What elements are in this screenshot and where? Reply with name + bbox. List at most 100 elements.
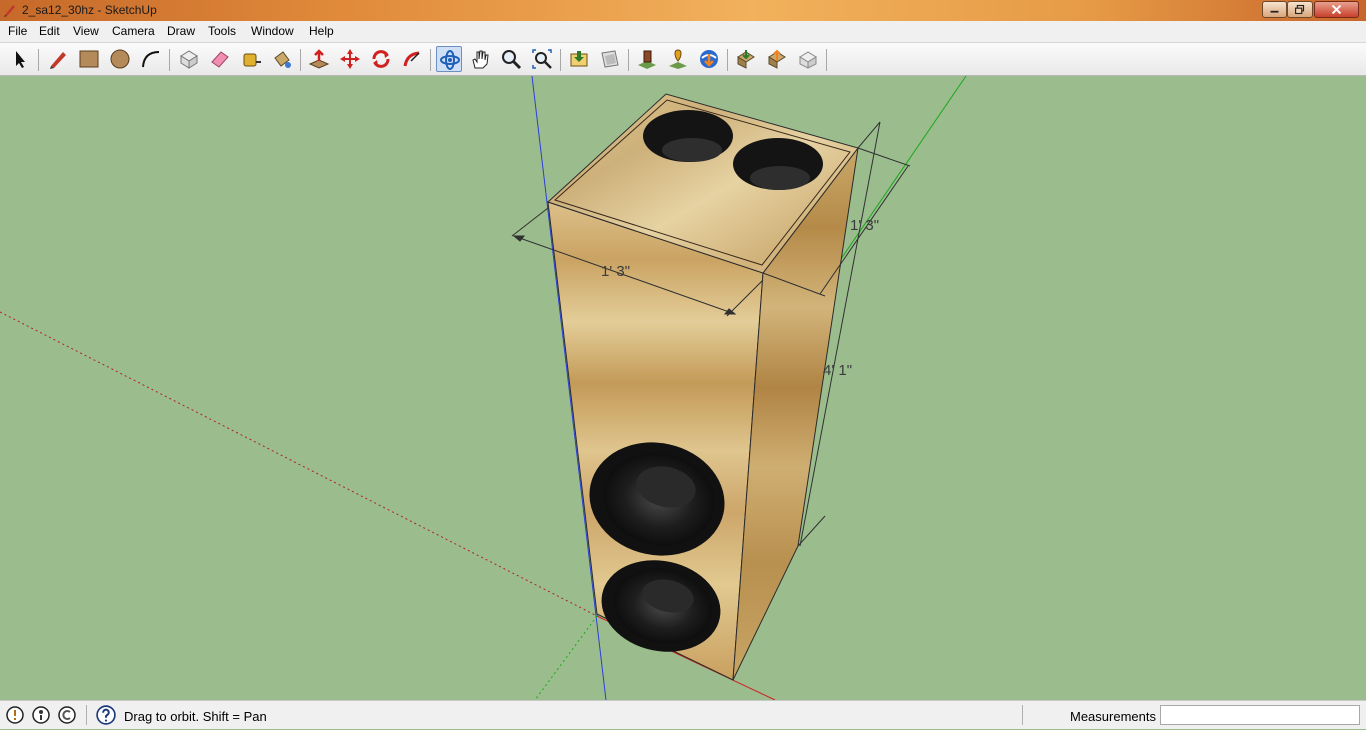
previous-view-tool[interactable] <box>566 46 592 72</box>
zoom-extents-tool[interactable] <box>529 46 555 72</box>
status-hint: Drag to orbit. Shift = Pan <box>124 709 267 724</box>
rotate-tool[interactable] <box>368 46 394 72</box>
status-bar: Drag to orbit. Shift = Pan Measurements <box>0 700 1366 729</box>
menu-view[interactable]: View <box>73 24 99 38</box>
toolbar <box>0 43 1366 76</box>
menu-help[interactable]: Help <box>309 24 334 38</box>
credits-icon <box>32 706 50 724</box>
toolbar-separator <box>727 49 728 71</box>
select-icon <box>16 51 25 68</box>
status-separator <box>86 705 87 725</box>
window-title: 2_sa12_30hz - SketchUp <box>22 3 157 17</box>
menu-bar: File Edit View Camera Draw Tools Window … <box>0 21 1366 43</box>
sketchup-icon <box>4 5 15 17</box>
arc-icon <box>142 51 160 68</box>
help-icon <box>96 705 116 725</box>
eraser-icon <box>211 51 229 68</box>
close-icon <box>1331 4 1342 15</box>
add-location-icon <box>638 50 656 69</box>
push-pull-icon <box>308 49 330 69</box>
pencil-tool[interactable] <box>45 46 71 72</box>
maximize-button[interactable] <box>1287 1 1313 18</box>
eraser-tool[interactable] <box>207 46 233 72</box>
dimension-label-side: 1' 3" <box>850 217 880 234</box>
menu-window[interactable]: Window <box>251 24 294 38</box>
minimize-button[interactable] <box>1262 1 1287 18</box>
arc-tool[interactable] <box>138 46 164 72</box>
toolbar-separator <box>628 49 629 71</box>
rotate-icon <box>372 50 390 68</box>
make-component-tool[interactable] <box>176 46 202 72</box>
credits-status[interactable] <box>32 706 50 724</box>
pencil-icon <box>50 52 66 69</box>
pan-tool[interactable] <box>467 46 493 72</box>
menu-draw[interactable]: Draw <box>167 24 195 38</box>
paint-bucket-tool[interactable] <box>269 46 295 72</box>
toolbar-separator <box>560 49 561 71</box>
add-location-tool[interactable] <box>634 46 660 72</box>
share-model-icon <box>737 50 755 69</box>
minimize-icon <box>1270 10 1279 13</box>
share-component-icon <box>799 51 817 69</box>
get-models-tool[interactable] <box>696 46 722 72</box>
tape-measure-icon <box>243 53 261 67</box>
rectangle-icon <box>79 50 99 68</box>
drawing-viewport[interactable]: 1' 3" 1' 3" 4' 1" <box>0 76 1366 700</box>
status-separator <box>1022 705 1023 725</box>
share-model-tool[interactable] <box>733 46 759 72</box>
rectangle-tool[interactable] <box>76 46 102 72</box>
instructor-status[interactable] <box>96 705 116 725</box>
menu-tools[interactable]: Tools <box>208 24 236 38</box>
restore-icon <box>1295 4 1305 15</box>
menu-camera[interactable]: Camera <box>112 24 155 38</box>
zoom-extents-icon <box>532 49 552 69</box>
select-tool[interactable] <box>7 46 33 72</box>
toolbar-separator <box>300 49 301 71</box>
make-component-icon <box>180 50 198 69</box>
toolbar-separator <box>38 49 39 71</box>
circle-icon <box>110 49 130 69</box>
green-axis-negative <box>534 615 598 700</box>
menu-file[interactable]: File <box>8 24 27 38</box>
orbit-tool[interactable] <box>436 46 462 72</box>
follow-me-icon <box>403 51 420 67</box>
orbit-icon <box>440 50 460 70</box>
paint-bucket-icon <box>274 51 291 68</box>
push-pull-tool[interactable] <box>306 46 332 72</box>
next-view-icon <box>601 50 619 68</box>
dimension-label-front: 1' 3" <box>601 263 631 280</box>
zoom-tool[interactable] <box>498 46 524 72</box>
toggle-terrain-icon <box>669 49 687 69</box>
measurements-label: Measurements <box>1070 709 1156 724</box>
previous-view-icon <box>570 51 588 67</box>
move-icon <box>340 49 360 69</box>
red-axis-negative <box>0 311 598 617</box>
sign-in-status[interactable] <box>58 706 76 724</box>
measurements-input[interactable] <box>1160 705 1360 725</box>
circle-tool[interactable] <box>107 46 133 72</box>
sign-in-icon <box>58 706 76 724</box>
close-button[interactable] <box>1314 1 1359 18</box>
toggle-terrain-tool[interactable] <box>665 46 691 72</box>
tape-measure-tool[interactable] <box>238 46 264 72</box>
next-view-tool[interactable] <box>597 46 623 72</box>
move-tool[interactable] <box>337 46 363 72</box>
geo-location-icon <box>6 706 24 724</box>
share-component-tool[interactable] <box>795 46 821 72</box>
port-right-inner <box>750 166 810 190</box>
get-component-tool[interactable] <box>764 46 790 72</box>
model-scene[interactable] <box>0 76 1366 700</box>
zoom-icon <box>502 50 522 70</box>
geo-location-status[interactable] <box>6 706 24 724</box>
get-models-icon <box>700 50 718 68</box>
toolbar-separator <box>826 49 827 71</box>
title-bar: 2_sa12_30hz - SketchUp <box>0 0 1366 21</box>
toolbar-separator <box>169 49 170 71</box>
menu-edit[interactable]: Edit <box>39 24 60 38</box>
follow-me-tool[interactable] <box>399 46 425 72</box>
port-left-inner <box>662 138 722 162</box>
dimension-label-height: 4' 1" <box>823 362 853 379</box>
toolbar-separator <box>430 49 431 71</box>
pan-icon <box>472 50 489 69</box>
get-component-icon <box>768 49 786 69</box>
